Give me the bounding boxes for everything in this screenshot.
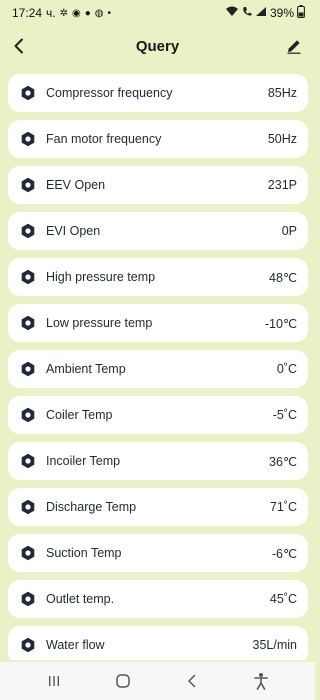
call-icon (242, 6, 252, 20)
list-item-value: -5˚C (272, 408, 297, 422)
list-item-label: EEV Open (46, 178, 106, 192)
edit-button[interactable] (283, 35, 305, 57)
status-left: 17:24 ч. ✲ ◉ ● ◍ • (12, 6, 111, 20)
list-item-value: -10℃ (264, 316, 297, 331)
query-list-viewport[interactable]: Compressor frequency 85Hz Fan motor freque… (0, 74, 315, 660)
list-item[interactable]: Fan motor frequency 50Hz (8, 120, 308, 158)
list-item-label: EVI Open (46, 224, 101, 238)
battery-icon (297, 5, 305, 21)
list-item[interactable]: High pressure temp 48℃ (8, 258, 308, 296)
app-header: Query (0, 26, 315, 66)
list-item-label: High pressure temp (46, 270, 156, 284)
list-item-label: Water flow (46, 638, 105, 652)
list-item-label: Coiler Temp (46, 408, 113, 422)
list-item[interactable]: Incoiler Temp 36℃ (8, 442, 308, 480)
pencil-icon (287, 40, 301, 54)
list-item[interactable]: Ambient Temp 0˚C (8, 350, 308, 388)
list-item[interactable]: Coiler Temp -5˚C (8, 396, 308, 434)
list-item-label: Compressor frequency (46, 86, 173, 100)
list-item-label: Outlet temp. (46, 592, 115, 606)
list-item[interactable]: Outlet temp. 45˚C (8, 580, 308, 618)
android-nav-bar (0, 662, 315, 700)
list-item-value: 45˚C (269, 592, 297, 606)
list-item[interactable]: Suction Temp -6℃ (8, 534, 308, 572)
list-item[interactable]: Low pressure temp -10℃ (8, 304, 308, 342)
status-right: 39% (225, 5, 305, 21)
page-title: Query (135, 37, 180, 55)
wechat-icon: ◍ (94, 7, 104, 19)
back-nav-button[interactable] (180, 669, 204, 693)
list-item[interactable]: Discharge Temp 71˚C (8, 488, 308, 526)
facebook-icon: ● (84, 7, 91, 19)
accessibility-button[interactable] (249, 669, 273, 693)
hexagon-icon (20, 361, 36, 377)
recent-apps-icon (49, 676, 60, 686)
list-item-value: 85Hz (267, 86, 297, 100)
hexagon-icon (20, 223, 36, 239)
list-item-value: 48℃ (269, 270, 297, 285)
list-item-value: 231P (267, 178, 297, 192)
wifi-icon (225, 6, 239, 20)
hexagon-icon (20, 269, 36, 285)
list-item-label: Ambient Temp (46, 362, 126, 376)
back-nav-icon (188, 674, 196, 688)
list-item[interactable]: EEV Open 231P (8, 166, 308, 204)
list-item-label: Suction Temp (46, 546, 122, 560)
back-button[interactable] (8, 35, 30, 57)
signal-icon (255, 6, 267, 20)
list-item-label: Fan motor frequency (46, 132, 162, 146)
list-item[interactable]: EVI Open 0P (8, 212, 308, 250)
hexagon-icon (20, 85, 36, 101)
list-item[interactable]: Water flow 35L/min (8, 626, 308, 660)
status-time: 17:24 (12, 6, 43, 20)
hexagon-icon (20, 453, 36, 469)
list-item-label: Discharge Temp (46, 500, 137, 514)
recent-apps-button[interactable] (42, 669, 66, 693)
list-item-value: -6℃ (271, 546, 297, 561)
fan-icon: ✲ (59, 7, 69, 19)
hexagon-icon (20, 545, 36, 561)
sync-icon: ◉ (72, 7, 81, 19)
battery-percent: 39% (269, 6, 294, 20)
hexagon-icon (20, 407, 36, 423)
list-item-value: 50Hz (267, 132, 297, 146)
hexagon-icon (20, 637, 36, 653)
status-bar: 17:24 ч. ✲ ◉ ● ◍ • 39% (0, 0, 315, 26)
list-item-label: Incoiler Temp (46, 454, 121, 468)
list-item-value: 35L/min (252, 638, 297, 652)
list-item-value: 36℃ (269, 454, 297, 469)
list-item[interactable]: Compressor frequency 85Hz (8, 74, 308, 112)
hexagon-icon (20, 591, 36, 607)
list-item-value: 71˚C (269, 500, 297, 514)
dot-icon: • (107, 7, 112, 19)
list-item-value: 0˚C (276, 362, 297, 376)
accessibility-icon (253, 673, 268, 690)
home-button[interactable] (111, 669, 135, 693)
query-list: Compressor frequency 85Hz Fan motor freque… (8, 74, 308, 660)
chevron-left-icon (14, 38, 23, 54)
home-icon (116, 674, 130, 688)
hexagon-icon (20, 131, 36, 147)
status-suffix: ч. (46, 6, 56, 20)
list-item-value: 0P (281, 224, 297, 238)
hexagon-icon (20, 315, 36, 331)
hexagon-icon (20, 499, 36, 515)
list-item-label: Low pressure temp (46, 316, 153, 330)
hexagon-icon (20, 177, 36, 193)
